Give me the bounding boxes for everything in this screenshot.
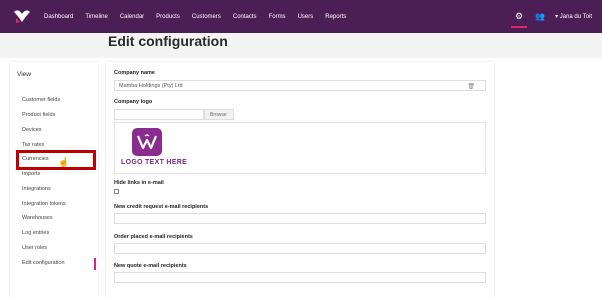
sidebar-item-imports[interactable]: Imports [22, 171, 40, 177]
order-recipients-label: Order placed e-mail recipients [114, 234, 193, 240]
sidebar-item-integration-tokens[interactable]: Integration tokens [22, 201, 66, 207]
hide-links-label: Hide links in e-mail [114, 180, 164, 186]
company-logo-label: Company logo [114, 99, 153, 105]
main-panel: Company name Mamba Holdings (Pty) Ltd 🗑 … [106, 62, 494, 298]
order-recipients-input[interactable] [114, 243, 486, 254]
company-logo-image [132, 128, 162, 156]
hide-links-checkbox[interactable] [114, 189, 119, 194]
header-band [0, 33, 602, 58]
nav-calendar[interactable]: Calendar [120, 14, 144, 20]
browse-button[interactable]: Browse [204, 109, 234, 120]
sidebar-item-customer-fields[interactable]: Customer fields [22, 97, 60, 103]
credit-recipients-label: New credit request e-mail recipients [114, 204, 209, 210]
settings-button[interactable]: ⚙ [509, 0, 529, 33]
credit-recipients-input[interactable] [114, 213, 486, 224]
company-name-value: Mamba Holdings (Pty) Ltd [119, 83, 183, 89]
nav-reports[interactable]: Reports [325, 14, 346, 20]
company-name-label: Company name [114, 70, 155, 76]
hand-cursor-icon: ☝ [58, 157, 70, 167]
nav-timeline[interactable]: Timeline [85, 14, 107, 20]
company-name-input[interactable]: Mamba Holdings (Pty) Ltd 🗑 [114, 80, 486, 91]
nav-dashboard[interactable]: Dashboard [44, 14, 73, 20]
quote-recipients-label: New quote e-mail recipients [114, 263, 187, 269]
app-logo-icon[interactable] [12, 8, 32, 24]
logo-text: LOGO TEXT HERE [121, 159, 188, 166]
nav-users[interactable]: Users [298, 14, 314, 20]
nav-forms[interactable]: Forms [269, 14, 286, 20]
gear-icon: ⚙ [515, 11, 524, 21]
page-title: Edit configuration [108, 33, 228, 49]
sidebar-item-warehouses[interactable]: Warehouses [22, 215, 53, 221]
trash-icon[interactable]: 🗑 [467, 83, 475, 90]
sidebar-item-devices[interactable]: Devices [22, 127, 42, 133]
sidebar-item-integrations[interactable]: Integrations [22, 186, 51, 192]
quote-recipients-input[interactable] [114, 272, 486, 283]
nav-customers[interactable]: Customers [192, 14, 221, 20]
sidebar-item-log-entries[interactable]: Log entries [22, 230, 49, 236]
users-icon[interactable]: 👥 [535, 12, 545, 21]
sidebar-item-user-roles[interactable]: User roles [22, 245, 47, 251]
user-menu[interactable]: ▾ Jana du Toit [555, 13, 592, 20]
nav-products[interactable]: Products [156, 14, 180, 20]
sidebar-item-edit-configuration[interactable]: Edit configuration [22, 260, 65, 266]
sidebar-title: View [17, 71, 31, 78]
logo-w-icon [136, 134, 158, 150]
nav-right: ⚙ 👥 ▾ Jana du Toit [509, 0, 592, 33]
nav-menu: Dashboard Timeline Calendar Products Cus… [44, 0, 358, 33]
sidebar: View Customer fields Product fields Devi… [10, 62, 98, 298]
logo-preview-box: LOGO TEXT HERE [114, 122, 486, 174]
active-indicator [94, 258, 96, 270]
logo-file-input[interactable] [114, 109, 204, 120]
currencies-highlight [16, 150, 96, 170]
sidebar-item-tax-rates[interactable]: Tax rates [22, 142, 44, 148]
nav-contacts[interactable]: Contacts [233, 14, 257, 20]
sidebar-item-product-fields[interactable]: Product fields [22, 112, 55, 118]
top-navbar: Dashboard Timeline Calendar Products Cus… [0, 0, 602, 33]
